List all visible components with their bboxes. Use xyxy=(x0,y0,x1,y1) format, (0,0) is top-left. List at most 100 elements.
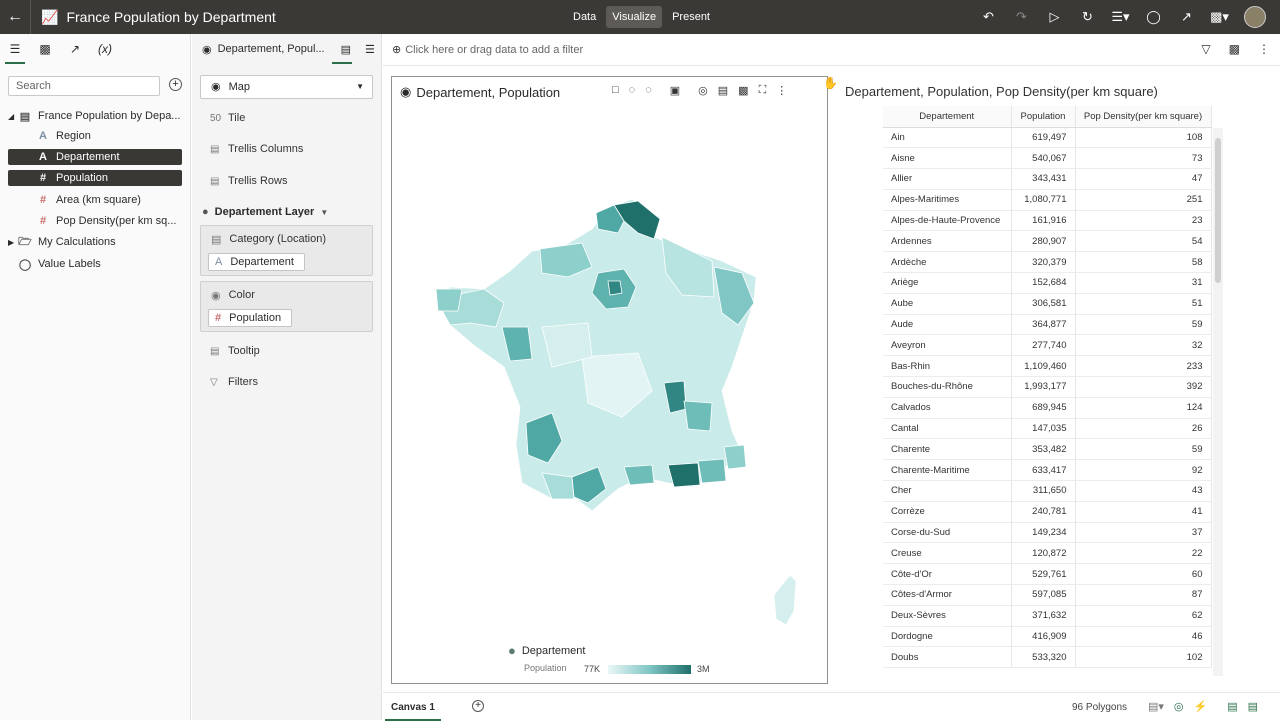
chevron-down-icon[interactable]: ▼ xyxy=(320,208,328,217)
calculation-tab-icon[interactable]: (x) xyxy=(98,42,112,56)
value-labels-node[interactable]: ◯ Value Labels xyxy=(8,256,182,272)
table-row[interactable]: Corse-du-Sud 149,234 37 xyxy=(883,522,1212,544)
field-pop-density[interactable]: # Pop Density(per km sq... xyxy=(36,213,182,229)
table-row[interactable]: Aveyron 277,740 32 xyxy=(883,334,1212,357)
table-row[interactable]: Corrèze 240,781 41 xyxy=(883,501,1212,523)
auto-insights-icon[interactable]: ◎ xyxy=(1174,700,1184,713)
color-pill[interactable]: # Population xyxy=(208,309,293,327)
trellis-rows-drop[interactable]: ▤ Trellis Rows xyxy=(210,175,288,187)
table-row[interactable]: Dordogne 416,909 46 xyxy=(883,626,1212,648)
table-row[interactable]: Charente 353,482 59 xyxy=(883,438,1212,461)
search-input[interactable]: Search xyxy=(8,76,160,96)
undo-icon[interactable]: ↶ xyxy=(972,9,1005,25)
field-area[interactable]: # Area (km square) xyxy=(36,192,182,208)
data-table[interactable]: Departement Population Pop Density(per k… xyxy=(883,106,1212,669)
filter-toggle-icon[interactable]: ▽ xyxy=(1201,42,1210,56)
table-row[interactable]: Allier 343,431 47 xyxy=(883,168,1212,190)
table-row[interactable]: Aude 364,877 59 xyxy=(883,314,1212,336)
lasso-add-icon[interactable]: ◌ xyxy=(645,84,652,97)
column-header[interactable]: Population xyxy=(1011,106,1076,128)
mode-visualize[interactable]: Visualize xyxy=(606,6,663,28)
filter-placeholder[interactable]: Click here or drag data to add a filter xyxy=(405,44,583,56)
table-row[interactable]: Ardèche 320,379 58 xyxy=(883,251,1212,274)
table-row[interactable]: Bas-Rhin 1,109,460 233 xyxy=(883,355,1212,378)
copy-icon[interactable]: ▩ xyxy=(738,84,748,97)
category-pill[interactable]: A Departement xyxy=(208,253,305,271)
layout-grid-icon[interactable]: ▤▾ xyxy=(1148,700,1164,713)
map-visualization[interactable]: ◉ Departement, Population □ ◌ ◌ ▣ ◎ ▤ ▩ … xyxy=(391,76,828,684)
table-row[interactable]: Ariège 152,684 31 xyxy=(883,272,1212,294)
analytics-tab-icon[interactable]: ↗ xyxy=(68,42,82,56)
more-options-icon[interactable]: ⋮ xyxy=(1258,42,1270,56)
zoom-to-data-icon[interactable]: ▣ xyxy=(670,84,680,97)
add-canvas-icon[interactable]: + xyxy=(472,700,484,712)
more-vert-icon[interactable]: ⋮ xyxy=(776,84,787,97)
table-row[interactable]: Creuse 120,872 22 xyxy=(883,542,1212,565)
mode-present[interactable]: Present xyxy=(666,6,716,28)
settings-sliders-icon[interactable]: ☰ xyxy=(365,43,375,56)
insights-bulb-icon[interactable]: ◯ xyxy=(1137,9,1170,25)
table-row[interactable]: Côtes-d'Armor 597,085 87 xyxy=(883,584,1212,606)
table-row[interactable]: Aisne 540,067 73 xyxy=(883,147,1212,170)
table-row[interactable]: Aube 306,581 51 xyxy=(883,293,1212,315)
my-calculations-node[interactable]: ▶ 🗁 My Calculations xyxy=(8,234,182,250)
play-icon[interactable]: ▷ xyxy=(1038,9,1071,25)
properties-icon[interactable]: ▤ xyxy=(341,43,351,56)
lightning-icon[interactable]: ⚡ xyxy=(1194,700,1208,713)
table-row[interactable]: Bouches-du-Rhône 1,993,177 392 xyxy=(883,376,1212,398)
tile-drop[interactable]: 50 Tile xyxy=(210,112,245,124)
dataset-node[interactable]: ◢ ▤ France Population by Depa... xyxy=(8,108,182,124)
visualizations-tab-icon[interactable]: ▩ xyxy=(38,42,52,56)
table-row[interactable]: Deux-Sèvres 371,632 62 xyxy=(883,605,1212,627)
category-drop-target[interactable]: ▤ Category (Location) A Departement xyxy=(200,225,373,276)
table-row[interactable]: Charente-Maritime 633,417 92 xyxy=(883,459,1212,482)
refresh-data-icon[interactable]: ↻ xyxy=(1071,9,1104,25)
field-departement[interactable]: A Departement xyxy=(8,149,182,165)
comment-icon[interactable]: ☰▾ xyxy=(1104,9,1137,25)
export-icon[interactable]: ↗ xyxy=(1170,9,1203,25)
split-panel-icon[interactable]: ▤ xyxy=(1248,700,1258,713)
tooltip-drop[interactable]: ▤ Tooltip xyxy=(210,345,260,357)
table-row[interactable]: Calvados 689,945 124 xyxy=(883,397,1212,419)
rectangle-select-icon[interactable]: □ xyxy=(612,84,619,97)
lasso-select-icon[interactable]: ◌ xyxy=(629,84,636,97)
layout-panel-icon[interactable]: ▤ xyxy=(1227,700,1237,713)
expand-caret-icon[interactable]: ▶ xyxy=(8,238,18,247)
add-data-icon[interactable]: + xyxy=(169,78,182,91)
table-row[interactable]: Cher 311,650 43 xyxy=(883,480,1212,502)
field-region[interactable]: A Region xyxy=(36,128,182,144)
redo-icon[interactable]: ↷ xyxy=(1005,9,1038,25)
viz-type-select[interactable]: ◉ Map ▼ xyxy=(200,75,373,99)
table-row[interactable]: Doubs 533,320 102 xyxy=(883,646,1212,669)
table-row[interactable]: Alpes-de-Haute-Provence 161,916 23 xyxy=(883,210,1212,232)
avatar[interactable] xyxy=(1244,6,1266,28)
save-icon[interactable]: ▩▾ xyxy=(1203,9,1236,25)
maximize-icon[interactable]: ⛶ xyxy=(759,84,767,97)
field-population[interactable]: # Population xyxy=(8,170,182,186)
color-drop-target[interactable]: ◉ Color # Population xyxy=(200,281,373,332)
table-scrollbar[interactable] xyxy=(1213,128,1223,676)
filter-bar[interactable]: ⊕ Click here or drag data to add a filte… xyxy=(383,34,1280,66)
layer-header[interactable]: ● Departement Layer ▼ xyxy=(202,206,328,218)
add-filter-icon[interactable]: ⊕ xyxy=(392,43,401,56)
viz-tab-label[interactable]: Departement, Popul... xyxy=(218,43,325,55)
table-row[interactable]: Ardennes 280,907 54 xyxy=(883,230,1212,253)
table-visualization[interactable]: Departement Population Pop Density(per k… xyxy=(883,106,1223,676)
canvas-settings-icon[interactable]: ▩ xyxy=(1229,42,1240,56)
table-row[interactable]: Cantal 147,035 26 xyxy=(883,418,1212,440)
canvas-tab[interactable]: Canvas 1 xyxy=(385,702,441,721)
filters-drop[interactable]: ▽ Filters xyxy=(210,376,258,388)
scrollbar-thumb[interactable] xyxy=(1215,138,1221,283)
target-icon[interactable]: ◎ xyxy=(698,84,708,97)
table-row[interactable]: Ain 619,497 108 xyxy=(883,127,1212,149)
collapse-caret-icon[interactable]: ◢ xyxy=(8,112,18,121)
trellis-columns-drop[interactable]: ▤ Trellis Columns xyxy=(210,143,303,155)
column-header[interactable]: Pop Density(per km square) xyxy=(1075,106,1212,128)
france-map[interactable] xyxy=(392,177,829,647)
chart-types-icon[interactable]: ▤ xyxy=(718,84,728,97)
mode-data[interactable]: Data xyxy=(567,6,602,28)
table-row[interactable]: Alpes-Maritimes 1,080,771 251 xyxy=(883,189,1212,211)
data-tab-icon[interactable]: ☰ xyxy=(5,42,25,64)
column-header[interactable]: Departement xyxy=(883,106,1012,128)
back-arrow-icon[interactable]: ← xyxy=(0,8,30,26)
